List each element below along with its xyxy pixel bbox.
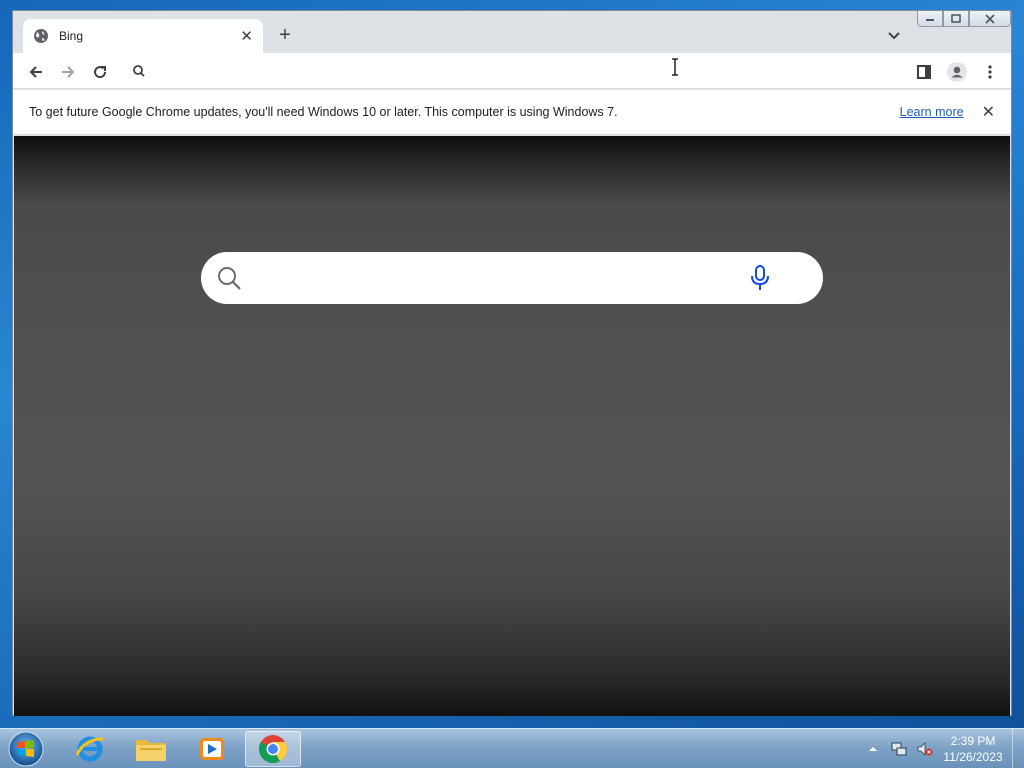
toolbar (13, 53, 1011, 89)
tab-bing[interactable]: Bing ✕ (23, 19, 263, 53)
infobar-close-icon[interactable]: ✕ (982, 102, 995, 122)
address-input[interactable] (165, 59, 885, 83)
close-window-button[interactable] (969, 11, 1011, 27)
minimize-button[interactable] (917, 11, 943, 27)
side-panel-icon[interactable] (915, 63, 933, 81)
search-icon (131, 63, 147, 79)
tab-title: Bing (59, 29, 84, 43)
show-desktop-button[interactable] (1012, 729, 1024, 768)
tab-close-icon[interactable]: ✕ (240, 29, 253, 44)
volume-muted-icon[interactable] (917, 741, 933, 757)
chrome-icon (259, 735, 287, 763)
maximize-button[interactable] (943, 11, 969, 27)
back-arrow-icon[interactable] (27, 63, 45, 81)
microphone-icon[interactable] (749, 264, 771, 292)
clock-time: 2:39 PM (950, 734, 996, 748)
reload-icon[interactable] (91, 63, 109, 81)
profile-avatar-icon[interactable] (947, 62, 967, 82)
clock-date: 11/26/2023 (943, 750, 1003, 764)
system-clock[interactable]: 2:39 PM 11/26/2023 (940, 733, 1006, 765)
kebab-menu-icon[interactable] (981, 63, 999, 81)
window-controls (917, 11, 1011, 27)
chevron-down-icon[interactable] (886, 27, 902, 43)
internet-explorer-icon[interactable] (62, 731, 118, 767)
chrome-window: Bing ✕ + To get future Google Chrome upd… (12, 10, 1012, 716)
media-player-icon[interactable] (184, 731, 240, 767)
file-explorer-icon[interactable] (123, 731, 179, 767)
new-tab-button[interactable]: + (275, 25, 295, 45)
chrome-taskbar-button[interactable] (245, 731, 301, 767)
update-infobar: To get future Google Chrome updates, you… (13, 90, 1011, 135)
address-bar[interactable] (125, 57, 885, 85)
forward-arrow-icon[interactable] (59, 63, 77, 81)
taskbar: 2:39 PM 11/26/2023 (0, 728, 1024, 768)
tab-strip: Bing ✕ + (13, 11, 1011, 53)
infobar-message: To get future Google Chrome updates, you… (29, 105, 618, 119)
text-cursor-icon (670, 58, 680, 76)
search-icon (216, 265, 242, 291)
bing-page (14, 136, 1010, 716)
show-hidden-icons-icon[interactable] (865, 741, 881, 757)
windows-start-icon[interactable] (6, 730, 46, 768)
system-tray (865, 729, 943, 768)
network-icon[interactable] (891, 741, 907, 757)
bing-search-input[interactable] (252, 258, 749, 298)
bing-search-box[interactable] (201, 252, 823, 304)
learn-more-link[interactable]: Learn more (900, 105, 964, 119)
globe-icon (33, 28, 49, 44)
